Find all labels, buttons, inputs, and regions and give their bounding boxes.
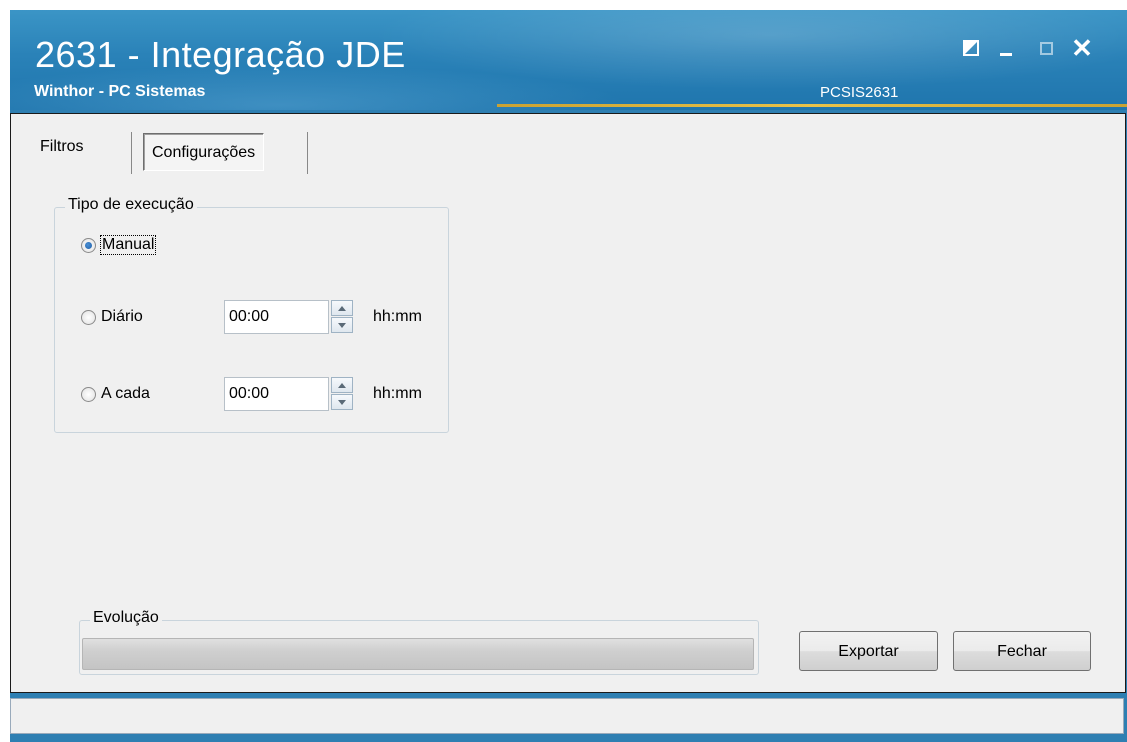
spin-up-button[interactable] xyxy=(331,300,353,316)
a-cada-time-input[interactable]: 00:00 xyxy=(224,377,329,411)
title-bar[interactable]: 2631 - Integração JDE Winthor - PC Siste… xyxy=(10,10,1127,110)
execution-type-legend: Tipo de execução xyxy=(65,196,197,214)
program-code: PCSIS2631 xyxy=(820,84,899,101)
close-icon: ✕ xyxy=(1071,33,1093,63)
radio-button[interactable] xyxy=(81,386,96,402)
tab-separator xyxy=(307,132,308,174)
arrow-down-icon xyxy=(338,322,346,328)
spin-down-button[interactable] xyxy=(331,394,353,410)
export-button[interactable]: Exportar xyxy=(799,631,938,671)
arrow-up-icon xyxy=(338,305,346,311)
radio-diario-label: Diário xyxy=(101,308,143,325)
diario-unit-label: hh:mm xyxy=(373,308,422,325)
maximize-button[interactable] xyxy=(1032,36,1060,60)
radio-button[interactable] xyxy=(81,309,96,325)
a-cada-unit-label: hh:mm xyxy=(373,385,422,402)
spin-down-button[interactable] xyxy=(331,317,353,333)
title-accent-line xyxy=(497,104,1127,107)
diario-time-spinner[interactable] xyxy=(331,300,353,334)
arrow-up-icon xyxy=(338,382,346,388)
minimize-icon xyxy=(1000,52,1012,56)
radio-a-cada-label: A cada xyxy=(101,385,150,402)
radio-manual[interactable]: Manual xyxy=(81,232,157,258)
radio-a-cada[interactable]: A cada xyxy=(81,381,150,407)
diario-time-input[interactable]: 00:00 xyxy=(224,300,329,334)
window-subtitle: Winthor - PC Sistemas xyxy=(34,83,206,100)
progress-group: Evolução xyxy=(79,609,759,675)
radio-diario[interactable]: Diário xyxy=(81,304,143,330)
tab-filtros[interactable]: Filtros xyxy=(40,138,84,156)
minimize-button[interactable] xyxy=(992,36,1020,60)
radio-manual-label: Manual xyxy=(99,235,157,255)
progress-legend: Evolução xyxy=(90,609,162,627)
arrow-down-icon xyxy=(338,399,346,405)
a-cada-time-spinner[interactable] xyxy=(331,377,353,411)
status-bar xyxy=(10,698,1124,734)
tab-configuracoes[interactable]: Configurações xyxy=(143,133,265,171)
execution-type-group: Tipo de execução Manual Diário 00:00 hh:… xyxy=(54,196,449,433)
spin-up-button[interactable] xyxy=(331,377,353,393)
window-title: 2631 - Integração JDE xyxy=(35,34,406,75)
app-window: 2631 - Integração JDE Winthor - PC Siste… xyxy=(10,10,1127,742)
restore-button[interactable] xyxy=(957,36,985,60)
tab-separator xyxy=(131,132,132,174)
close-button[interactable]: Fechar xyxy=(953,631,1091,671)
progress-bar xyxy=(82,638,754,670)
restore-split-icon xyxy=(963,40,979,56)
maximize-icon xyxy=(1039,41,1053,55)
client-area: Filtros Configurações Tipo de execução M… xyxy=(10,113,1126,693)
close-window-button[interactable]: ✕ xyxy=(1068,33,1096,63)
radio-button-checked[interactable] xyxy=(81,237,96,253)
